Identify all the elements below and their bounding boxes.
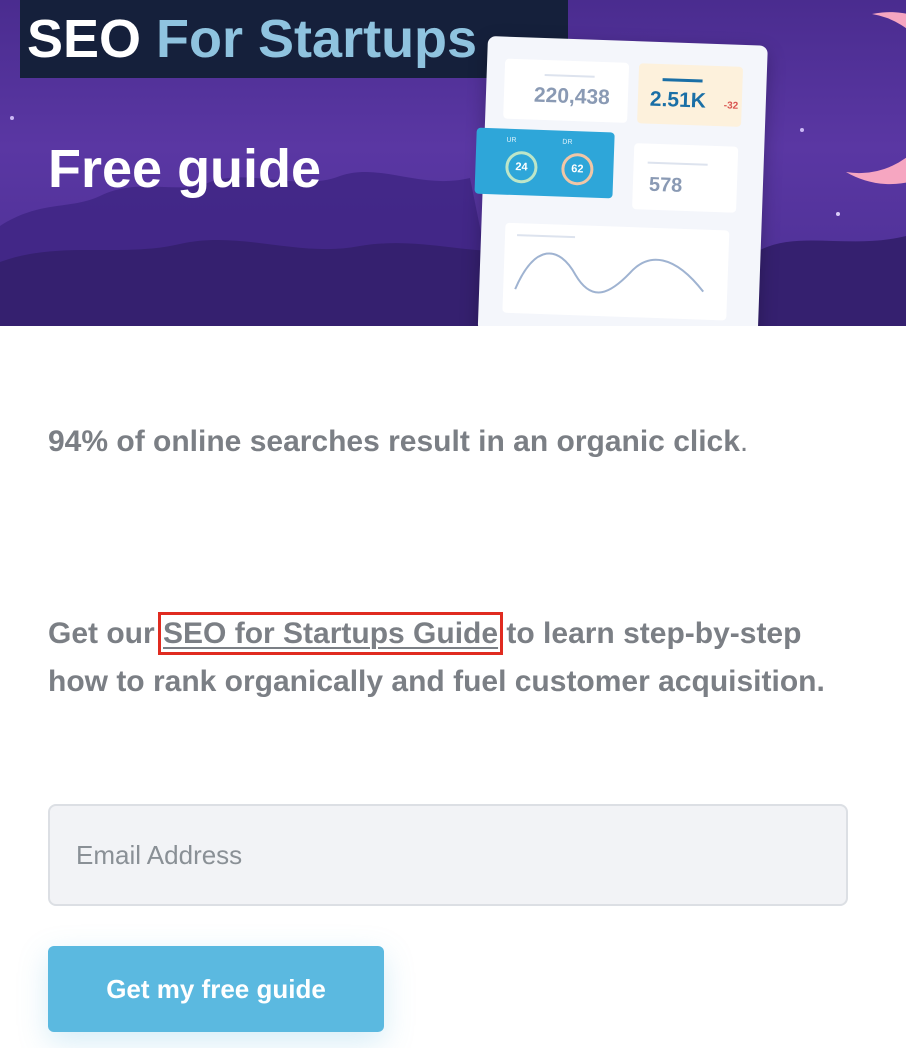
metric-value: 220,438 xyxy=(533,83,611,110)
metric-value: 578 xyxy=(648,173,683,197)
wave-line-icon xyxy=(514,234,704,294)
hero-title: Free guide xyxy=(48,139,322,199)
metric-tile: 220,438 xyxy=(503,58,630,123)
ur-gauge-icon: 24 xyxy=(504,150,538,184)
email-field[interactable] xyxy=(48,804,848,906)
guide-pitch-paragraph: Get our SEO for Startups Guide to learn … xyxy=(48,610,848,706)
metric-delta: -32 xyxy=(723,100,739,112)
hero-banner: SEO For Startups Free guide 220,438 2.51… xyxy=(0,0,906,326)
trend-chart-tile xyxy=(502,222,730,321)
stat-period: . xyxy=(739,425,749,458)
dashboard-illustration: 220,438 2.51K -32 UR 24 DR 62 578 xyxy=(474,36,768,326)
organic-click-stat: 94% of online searches result in an orga… xyxy=(48,420,748,464)
get-free-guide-button[interactable]: Get my free guide xyxy=(48,946,384,1032)
stat-text: 94% of online searches result in an orga… xyxy=(48,425,740,458)
metric-tile: 2.51K -32 xyxy=(637,63,744,127)
seo-guide-link[interactable]: SEO for Startups Guide xyxy=(158,612,504,655)
rating-tile: UR 24 DR 62 xyxy=(474,127,615,199)
metric-value: 2.51K xyxy=(649,87,707,113)
brand-seo-text: SEO xyxy=(27,9,142,69)
metric-tile: 578 xyxy=(632,143,739,213)
brand-logo-banner: SEO For Startups xyxy=(20,0,568,78)
brand-title: SEO For Startups xyxy=(27,4,477,74)
pitch-text-before: Get our xyxy=(48,617,164,650)
gauge-label: DR xyxy=(562,138,573,147)
brand-for-startups-text: For Startups xyxy=(141,9,478,69)
dr-gauge-icon: 62 xyxy=(560,152,594,186)
page: SEO For Startups Free guide 220,438 2.51… xyxy=(0,0,906,1048)
gauge-label: UR xyxy=(506,136,517,145)
